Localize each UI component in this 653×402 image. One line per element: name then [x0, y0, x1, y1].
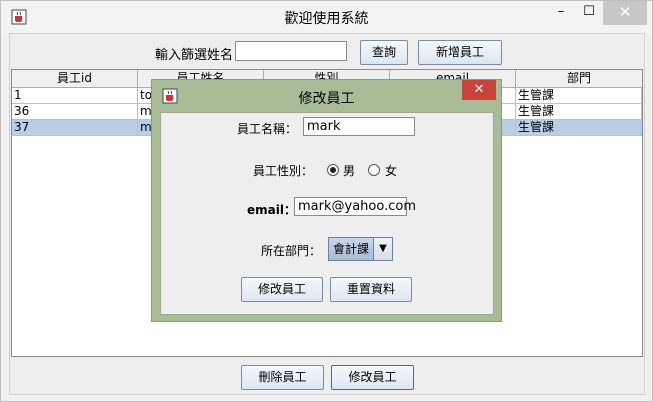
- radio-female-label[interactable]: 女: [385, 162, 397, 179]
- minimize-button[interactable]: –: [547, 1, 575, 25]
- name-label: 員工名稱：: [237, 122, 298, 136]
- title-bar: 歡迎使用系統 – ☐ ✕: [1, 1, 652, 33]
- dept-dropdown[interactable]: 會計課 ▼: [328, 237, 393, 261]
- column-header-dept[interactable]: 部門: [516, 70, 642, 87]
- cell-id: 36: [12, 104, 138, 120]
- dialog-edit-button[interactable]: 修改員工: [241, 277, 323, 302]
- edit-employee-dialog: 修改員工 ✕ 員工名稱： mark 員工性別： 男 女 email： mark@…: [151, 79, 502, 322]
- maximize-button[interactable]: ☐: [575, 1, 603, 25]
- email-field[interactable]: mark@yahoo.com: [294, 197, 416, 216]
- radio-male[interactable]: [327, 164, 339, 176]
- dialog-title: 修改員工: [298, 91, 355, 107]
- dialog-body: 員工名稱： mark 員工性別： 男 女 email： mark@yahoo.c…: [160, 112, 494, 315]
- column-header-id[interactable]: 員工id: [12, 70, 138, 87]
- gender-label: 員工性別：: [253, 164, 314, 178]
- radio-female[interactable]: [368, 164, 380, 176]
- query-button[interactable]: 查詢: [360, 40, 408, 65]
- radio-male-label[interactable]: 男: [343, 162, 355, 179]
- email-label: email：: [247, 203, 296, 217]
- cell-dept: 生管課: [516, 104, 642, 120]
- cell-id: 1: [12, 88, 138, 104]
- add-employee-button[interactable]: 新增員工: [418, 40, 502, 65]
- dept-label: 所在部門：: [261, 244, 322, 258]
- cell-dept: 生管課: [516, 120, 642, 136]
- dept-selected-value: 會計課: [329, 238, 373, 260]
- delete-employee-button[interactable]: 刪除員工: [241, 365, 324, 390]
- search-label: 輸入篩選姓名: [155, 48, 234, 63]
- cell-id: 37: [12, 120, 138, 136]
- dialog-reset-button[interactable]: 重置資料: [330, 277, 412, 302]
- search-input[interactable]: [235, 41, 347, 61]
- dialog-close-button[interactable]: ✕: [462, 80, 496, 100]
- chevron-down-icon[interactable]: ▼: [373, 238, 392, 260]
- cell-dept: 生管課: [516, 88, 642, 104]
- close-button[interactable]: ✕: [603, 1, 647, 25]
- edit-employee-button[interactable]: 修改員工: [331, 365, 414, 390]
- name-field[interactable]: mark: [303, 117, 415, 136]
